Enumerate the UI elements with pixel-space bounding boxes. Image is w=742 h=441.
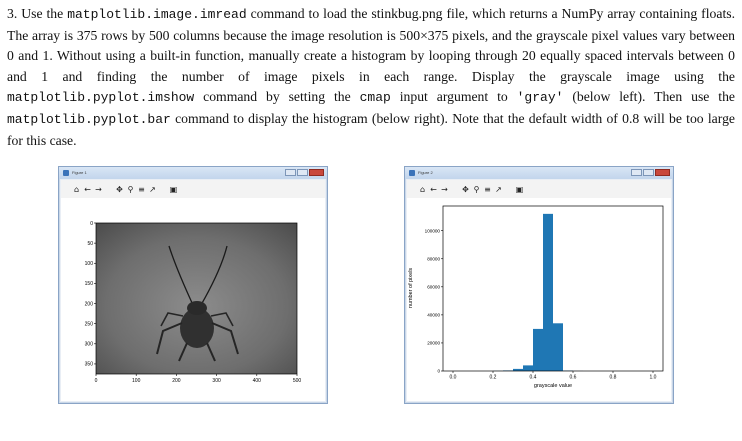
y-tick-label: 200 <box>85 301 94 307</box>
x-tick-label: 300 <box>212 378 221 384</box>
x-tick-label: 500 <box>293 378 302 384</box>
y-tick-label: 0 <box>437 369 440 374</box>
problem-statement: 3. Use the matplotlib.image.imread comma… <box>7 6 736 148</box>
x-tick-label: 0.4 <box>530 375 537 381</box>
y-tick-label: 60000 <box>427 285 440 290</box>
maximize-button[interactable] <box>297 169 308 176</box>
x-tick-label: 200 <box>172 378 181 384</box>
edit-curve-icon[interactable]: ↗ <box>493 185 504 194</box>
y-tick-label: 50 <box>87 241 93 247</box>
x-tick-label: 0.8 <box>610 375 617 381</box>
window-controls <box>285 169 324 176</box>
subplots-icon[interactable]: ≡ <box>482 185 493 194</box>
histogram-bar <box>543 213 553 371</box>
x-tick-label: 100 <box>132 378 141 384</box>
edit-curve-icon[interactable]: ↗ <box>147 185 158 194</box>
close-button[interactable] <box>655 169 670 176</box>
histogram-canvas: 0.0 0.2 0.4 0.6 0.8 1.0 0 20000 40000 60000 80000 1… <box>407 198 671 401</box>
save-icon[interactable]: ▣ <box>168 185 179 194</box>
stinkbug-image <box>96 223 297 374</box>
x-tick-label: 400 <box>253 378 262 384</box>
histogram-bars <box>493 213 583 371</box>
y-tick-label: 40000 <box>427 313 440 318</box>
forward-arrow-icon[interactable]: → <box>93 185 104 194</box>
image-plot-canvas: 0 100 200 300 400 500 0 50 100 150 200 250 300 350 <box>61 198 325 401</box>
figure-window-image: Figure 1 ⌂ ← → ✥ ⚲ ≡ ↗ ▣ 0 100 200 300 4… <box>58 166 328 404</box>
y-tick-label: 150 <box>85 281 94 287</box>
y-tick-label: 20000 <box>427 341 440 346</box>
problem-number: 3. <box>7 6 18 21</box>
app-icon <box>63 170 69 176</box>
y-tick-label: 100000 <box>425 228 441 233</box>
title-bar: Figure 1 <box>59 167 327 179</box>
close-button[interactable] <box>309 169 324 176</box>
zoom-icon[interactable]: ⚲ <box>471 185 482 194</box>
window-controls <box>631 169 670 176</box>
histogram-plot: 0.0 0.2 0.4 0.6 0.8 1.0 0 20000 40000 60000 80000 1… <box>408 205 664 389</box>
y-tick-label: 0 <box>90 221 93 227</box>
histogram-bar <box>533 328 543 371</box>
back-arrow-icon[interactable]: ← <box>82 185 93 194</box>
y-tick-label: 80000 <box>427 256 440 261</box>
pan-icon[interactable]: ✥ <box>460 185 471 194</box>
x-axis-label: grayscale value <box>534 383 572 389</box>
title-bar: Figure 2 <box>405 167 673 179</box>
app-icon <box>409 170 415 176</box>
zoom-icon[interactable]: ⚲ <box>125 185 136 194</box>
x-tick-label: 0.0 <box>450 375 457 381</box>
figure-window-histogram: Figure 2 ⌂ ← → ✥ ⚲ ≡ ↗ ▣ 0.0 0.2 0.4 0.6 0.8… <box>404 166 674 404</box>
histogram-bar <box>553 323 563 371</box>
x-tick-label: 0.2 <box>490 375 497 381</box>
forward-arrow-icon[interactable]: → <box>439 185 450 194</box>
x-tick-label: 0.6 <box>570 375 577 381</box>
image-plot: 0 100 200 300 400 500 0 50 100 150 200 250 300 350 <box>85 221 302 384</box>
minimize-button[interactable] <box>285 169 296 176</box>
histogram-bar <box>523 365 533 371</box>
window-title: Figure 1 <box>72 170 87 175</box>
x-tick-label: 0 <box>95 378 98 384</box>
y-axis-label: number of pixels <box>408 268 414 309</box>
y-tick-label: 250 <box>85 321 94 327</box>
minimize-button[interactable] <box>631 169 642 176</box>
home-icon[interactable]: ⌂ <box>71 185 82 194</box>
y-tick-label: 100 <box>85 261 94 267</box>
back-arrow-icon[interactable]: ← <box>428 185 439 194</box>
y-tick-label: 350 <box>85 362 94 368</box>
toolbar: ⌂ ← → ✥ ⚲ ≡ ↗ ▣ <box>61 180 325 198</box>
pan-icon[interactable]: ✥ <box>114 185 125 194</box>
home-icon[interactable]: ⌂ <box>417 185 428 194</box>
subplots-icon[interactable]: ≡ <box>136 185 147 194</box>
y-tick-label: 300 <box>85 342 94 348</box>
maximize-button[interactable] <box>643 169 654 176</box>
window-title: Figure 2 <box>418 170 433 175</box>
save-icon[interactable]: ▣ <box>514 185 525 194</box>
toolbar: ⌂ ← → ✥ ⚲ ≡ ↗ ▣ <box>407 180 671 198</box>
x-tick-label: 1.0 <box>650 375 657 381</box>
